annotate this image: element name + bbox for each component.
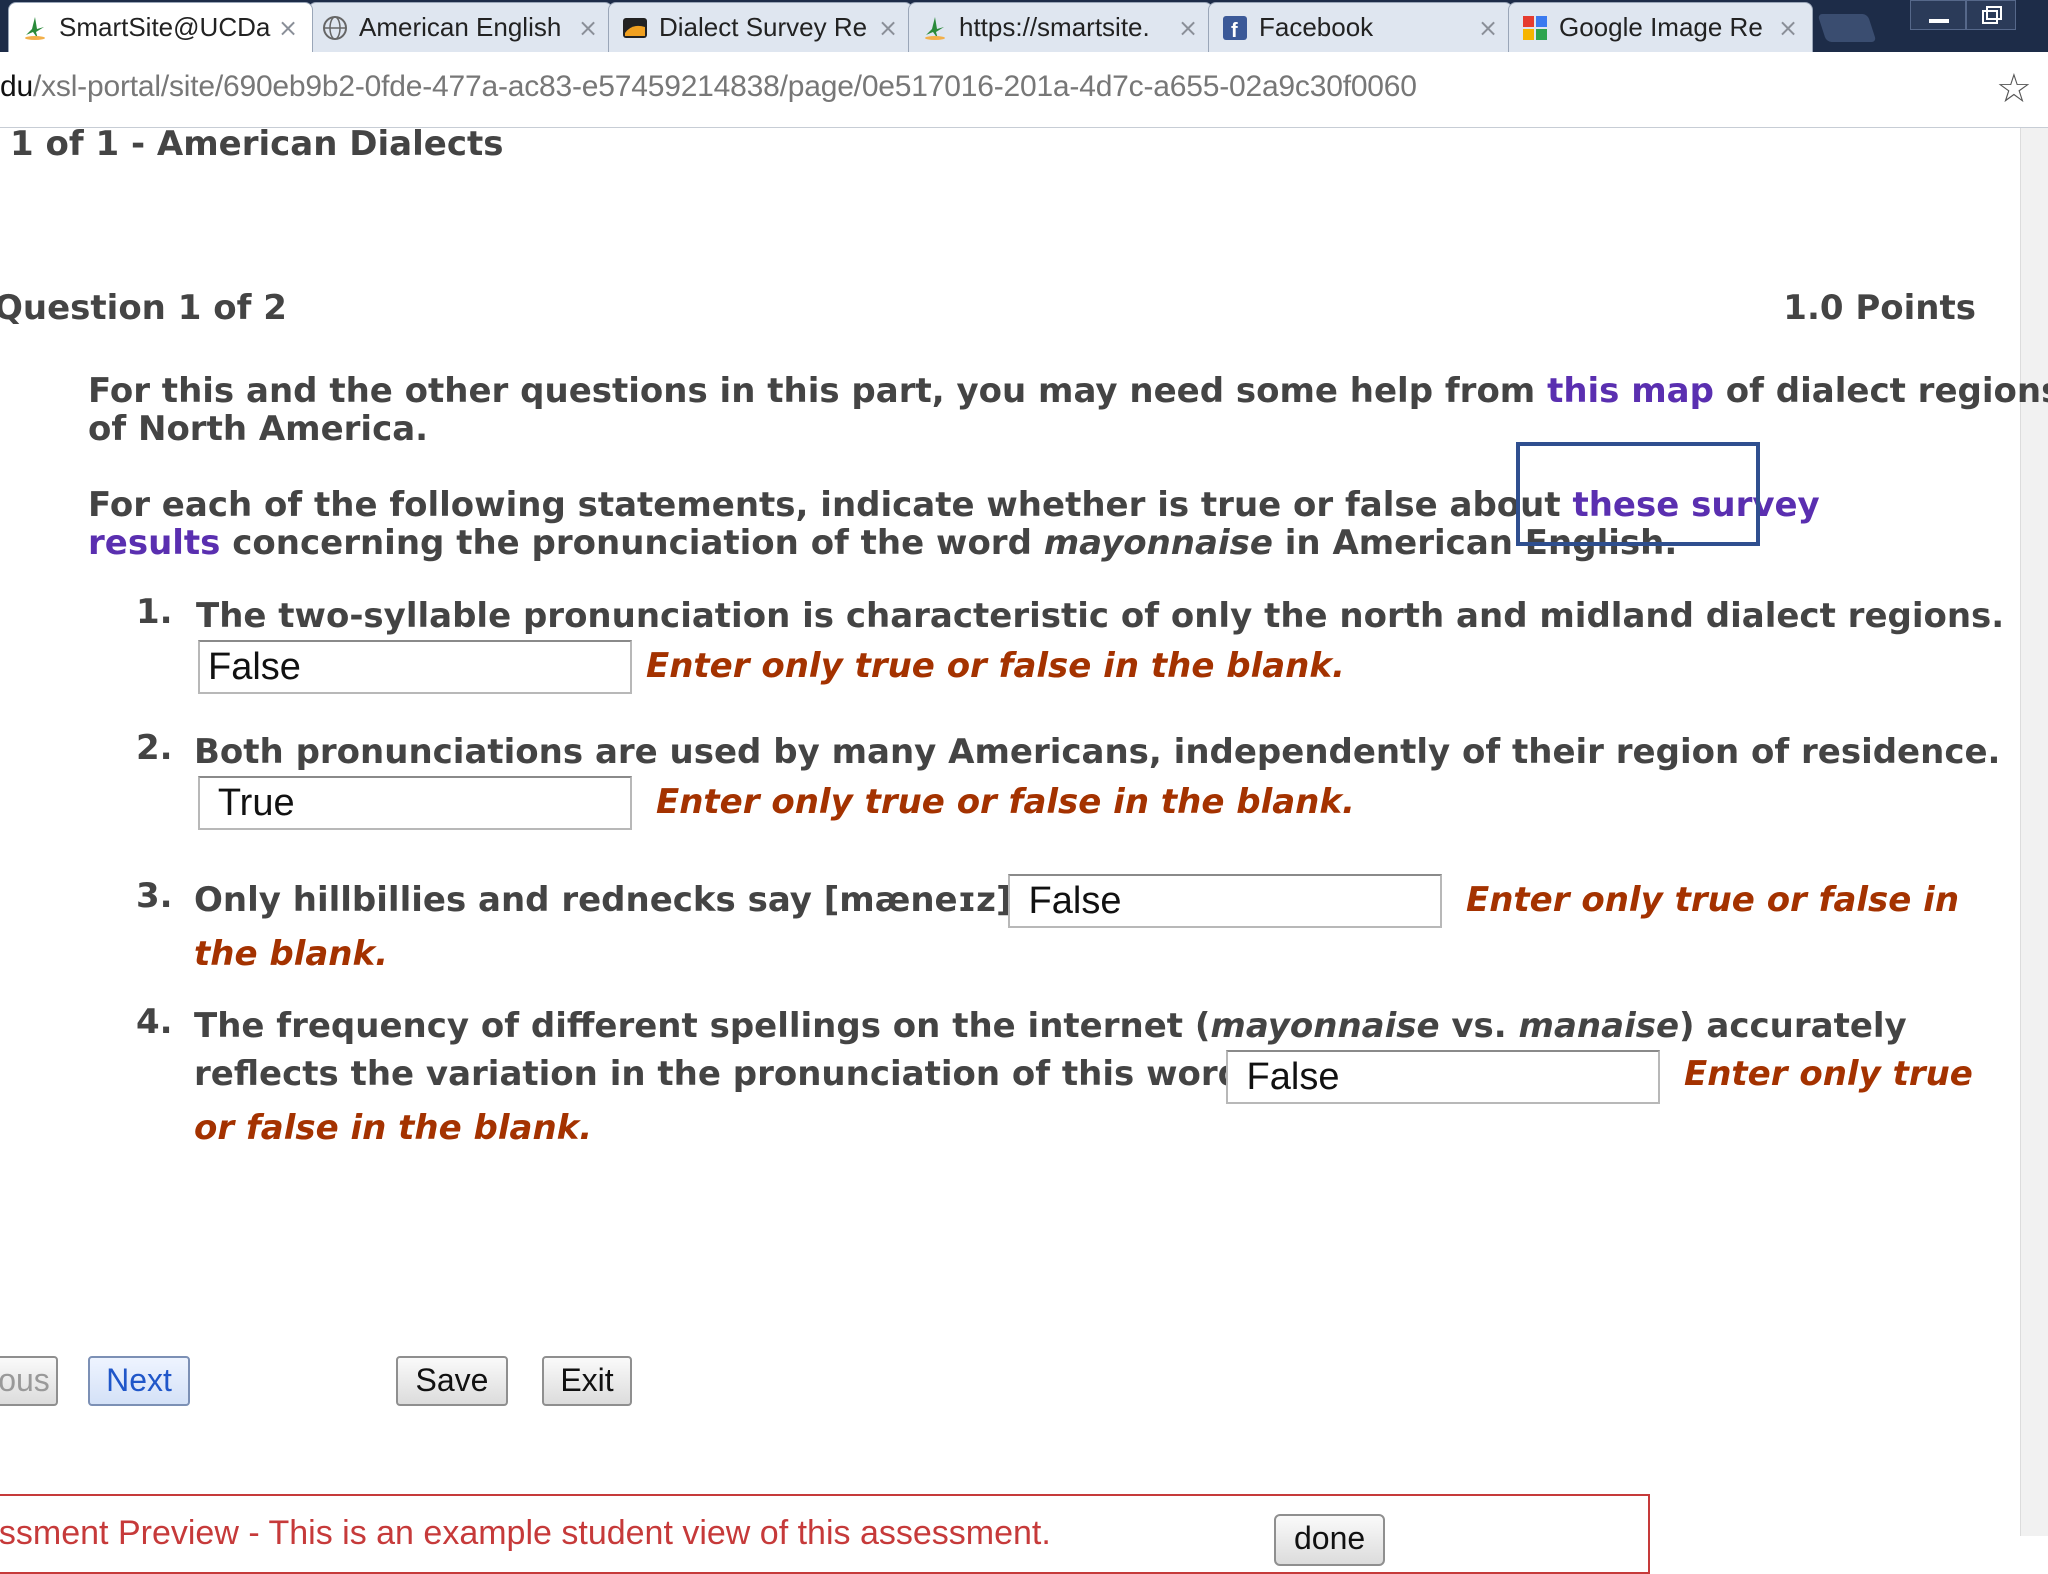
- question-number: 2.: [136, 728, 173, 768]
- hint-text: Enter only true: [1684, 1054, 1973, 1094]
- facebook-icon: f: [1221, 14, 1249, 42]
- question-number: 4.: [136, 1002, 173, 1042]
- tab-smartsite-url[interactable]: https://smartsite. ×: [908, 2, 1213, 52]
- url-text[interactable]: du/xsl-portal/site/690eb9b2-0fde-477a-ac…: [0, 70, 1417, 104]
- close-icon[interactable]: ×: [1776, 14, 1800, 42]
- question-text: The two-syllable pronunciation is charac…: [196, 596, 2005, 636]
- close-icon[interactable]: ×: [1476, 14, 1500, 42]
- dialect-survey-icon: [621, 14, 649, 42]
- page-scrollbar[interactable]: [2020, 128, 2048, 1536]
- question-text: Both pronunciations are used by many Ame…: [194, 732, 2001, 772]
- tab-dialect-survey[interactable]: Dialect Survey Re ×: [608, 2, 913, 52]
- survey-results-link-cont[interactable]: results: [88, 523, 220, 563]
- exit-button[interactable]: Exit: [542, 1356, 632, 1406]
- question-text: The frequency of different spellings on …: [194, 1006, 1907, 1046]
- part-title: 1 of 1 - American Dialects: [10, 124, 504, 164]
- answer-input-4[interactable]: [1226, 1050, 1660, 1104]
- this-map-link[interactable]: this map: [1547, 371, 1714, 411]
- minimize-icon: [1929, 19, 1949, 23]
- tab-american-english[interactable]: American English ×: [308, 2, 613, 52]
- svg-text:f: f: [1231, 20, 1238, 41]
- bookmark-star-icon[interactable]: ☆: [1996, 66, 2032, 112]
- tab-bar: SmartSite@UCDa × American English × Dial…: [0, 0, 2048, 52]
- question-title: Question 1 of 2: [0, 288, 287, 328]
- hint-text: Enter only true or false in: [1466, 880, 1960, 920]
- question-text: Only hillbillies and rednecks say [mæneɪ…: [194, 880, 1025, 920]
- tab-facebook[interactable]: f Facebook ×: [1208, 2, 1513, 52]
- intro-paragraph-1: For this and the other questions in this…: [88, 371, 2048, 449]
- question-number: 3.: [136, 876, 173, 916]
- restore-button[interactable]: [1966, 0, 2016, 30]
- smartsite-icon: [921, 14, 949, 42]
- close-icon[interactable]: ×: [876, 14, 900, 42]
- close-icon[interactable]: ×: [276, 14, 300, 42]
- minimize-button[interactable]: [1910, 0, 1966, 30]
- hint-text: Enter only true or false in the blank.: [646, 646, 1345, 686]
- save-button[interactable]: Save: [396, 1356, 508, 1406]
- next-button[interactable]: Next: [88, 1356, 190, 1406]
- address-bar[interactable]: du/xsl-portal/site/690eb9b2-0fde-477a-ac…: [0, 52, 2048, 128]
- tab-smartsite[interactable]: SmartSite@UCDa ×: [8, 2, 313, 52]
- answer-input-1[interactable]: [198, 640, 632, 694]
- question-text: reflects the variation in the pronunciat…: [194, 1054, 1255, 1094]
- question-number: 1.: [136, 592, 173, 632]
- hint-text: Enter only true or false in the blank.: [656, 782, 1355, 822]
- done-button[interactable]: done: [1274, 1514, 1386, 1566]
- answer-input-3[interactable]: [1008, 874, 1442, 928]
- hint-text: the blank.: [194, 934, 389, 974]
- close-icon[interactable]: ×: [1176, 14, 1200, 42]
- google-icon: [1521, 14, 1549, 42]
- hint-text: or false in the blank.: [194, 1108, 593, 1148]
- annotation-highlight-box: [1516, 442, 1760, 546]
- tab-google-image[interactable]: Google Image Re ×: [1508, 2, 1813, 52]
- points-label: 1.0 Points: [1783, 288, 1976, 328]
- preview-text: essment Preview - This is an example stu…: [0, 1514, 1051, 1552]
- close-icon[interactable]: ×: [576, 14, 600, 42]
- answer-input-2[interactable]: [198, 776, 632, 830]
- new-tab-button[interactable]: [1817, 14, 1877, 42]
- smartsite-icon: [21, 14, 49, 42]
- restore-icon: [1982, 6, 2002, 24]
- previous-button[interactable]: ous: [0, 1356, 58, 1406]
- globe-icon: [321, 14, 349, 42]
